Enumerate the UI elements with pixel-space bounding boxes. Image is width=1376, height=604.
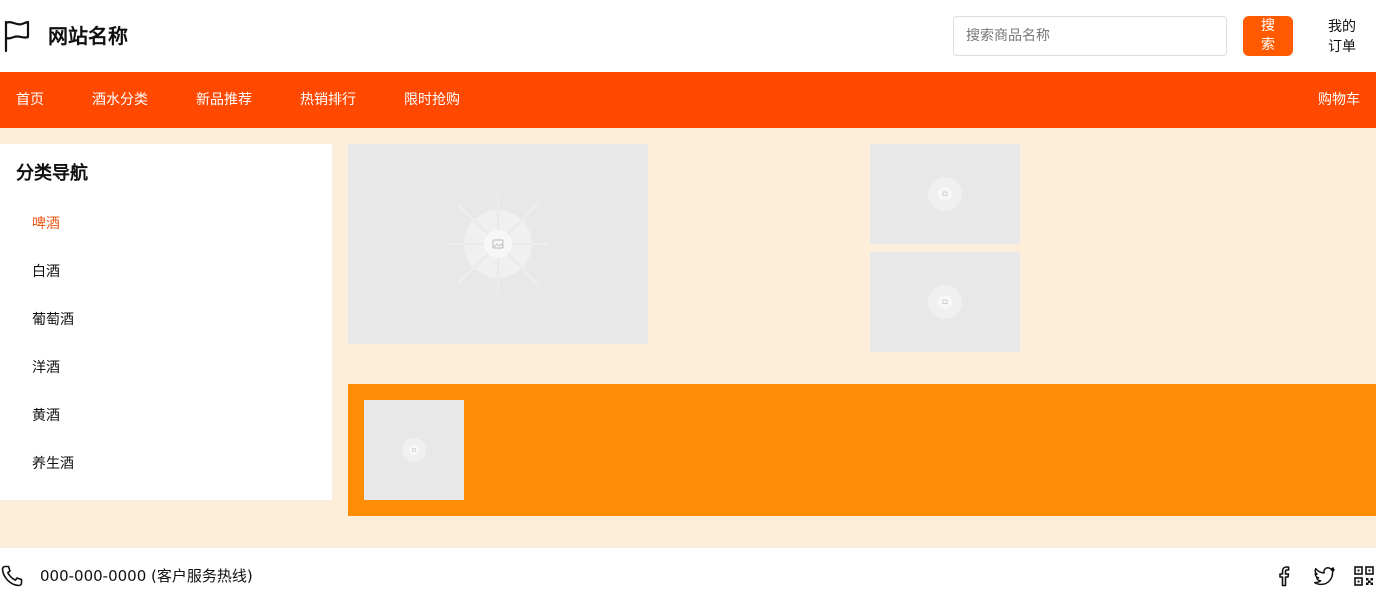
sidebar-item-beer[interactable]: 啤酒: [32, 214, 60, 234]
twitter-icon[interactable]: [1312, 564, 1336, 588]
my-orders-link[interactable]: 我的订单: [1324, 17, 1360, 57]
side-banner-image-1[interactable]: [870, 144, 1020, 244]
sidebar-item-wine[interactable]: 葡萄酒: [32, 310, 74, 330]
nav-item-home[interactable]: 首页: [16, 72, 44, 128]
main-banner-image[interactable]: [348, 144, 648, 344]
nav-item-best-sellers[interactable]: 热销排行: [300, 72, 356, 128]
image-placeholder-icon: [448, 194, 548, 294]
side-banner-image-2[interactable]: [870, 252, 1020, 352]
nav-item-cart[interactable]: 购物车: [1318, 72, 1360, 128]
phone-icon: [1, 565, 23, 587]
qr-code-icon[interactable]: [1352, 564, 1376, 588]
sidebar-item-health-wine[interactable]: 养生酒: [32, 454, 74, 474]
promo-band: [348, 384, 1376, 516]
nav-item-categories[interactable]: 酒水分类: [92, 72, 148, 128]
sidebar-title: 分类导航: [16, 163, 88, 184]
search-input[interactable]: [953, 16, 1227, 56]
search-button[interactable]: 搜索: [1243, 16, 1293, 56]
image-placeholder-icon: [928, 177, 962, 211]
customer-service-hotline: 000-000-0000 (客户服务热线): [40, 567, 253, 585]
main-content: 分类导航 啤酒 白酒 葡萄酒 洋酒 黄酒 养生酒: [0, 128, 1376, 548]
header: 网站名称 搜索 我的订单: [0, 0, 1376, 72]
nav-item-new-arrivals[interactable]: 新品推荐: [196, 72, 252, 128]
main-nav: 首页 酒水分类 新品推荐 热销排行 限时抢购 购物车: [0, 72, 1376, 128]
product-image[interactable]: [364, 400, 464, 500]
nav-item-flash-sale[interactable]: 限时抢购: [404, 72, 460, 128]
facebook-icon[interactable]: [1272, 564, 1296, 588]
image-placeholder-icon: [928, 285, 962, 319]
site-name[interactable]: 网站名称: [48, 22, 128, 50]
image-placeholder-icon: [402, 438, 426, 462]
sidebar-item-baijiu[interactable]: 白酒: [32, 262, 60, 282]
footer: 000-000-0000 (客户服务热线): [0, 548, 1376, 604]
sidebar-item-yellow-wine[interactable]: 黄酒: [32, 406, 60, 426]
category-sidebar: 分类导航 啤酒 白酒 葡萄酒 洋酒 黄酒 养生酒: [0, 144, 332, 500]
sidebar-item-foreign-liquor[interactable]: 洋酒: [32, 358, 60, 378]
flag-icon[interactable]: [2, 19, 32, 53]
